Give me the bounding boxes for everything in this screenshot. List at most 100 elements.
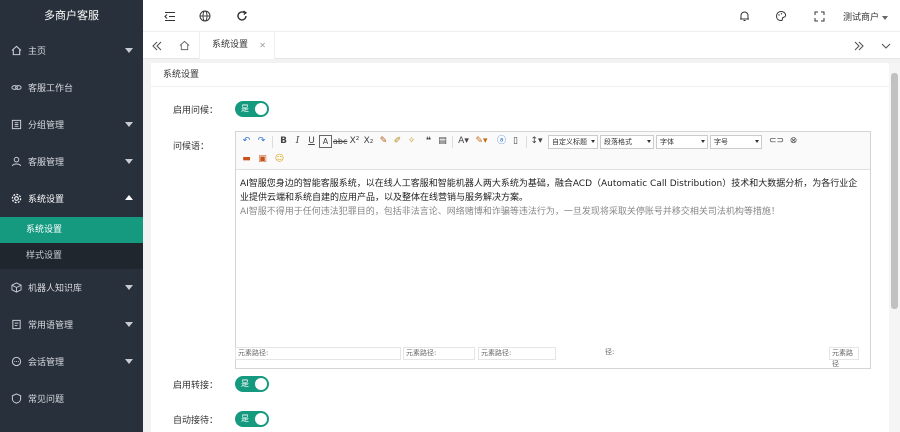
line-height-icon[interactable]: ↕▾ xyxy=(530,135,543,148)
link-insert-icon[interactable]: ⊂⊃ xyxy=(769,135,784,148)
fullscreen-icon[interactable] xyxy=(813,10,825,22)
clear-format-icon[interactable]: ✐ xyxy=(391,135,404,148)
sidebar-item-settings[interactable]: 系统设置 xyxy=(0,180,143,217)
bold-icon[interactable]: B xyxy=(277,135,290,148)
sidebar-subitem-style-settings[interactable]: 样式设置 xyxy=(0,243,143,269)
font-size-select[interactable]: 字号 xyxy=(710,135,762,149)
editor-content[interactable]: AI智服您身边的智能客服系统，以在线人工客服和智能机器人两大系统为基础，融合AC… xyxy=(236,170,870,226)
media-insert-icon[interactable]: ▣ xyxy=(256,153,269,166)
tabs-scroll-left-icon[interactable] xyxy=(145,32,169,59)
editor-paragraph: AI智服您身边的智能客服系统，以在线人工客服和智能机器人两大系统为基础，融合AC… xyxy=(240,179,858,203)
element-path-field: 元素路径: xyxy=(478,347,556,360)
home-tab-icon[interactable] xyxy=(172,32,196,59)
tab-system-settings[interactable]: 系统设置 ✕ xyxy=(199,32,275,59)
image-insert-icon[interactable]: ▬ xyxy=(240,153,253,166)
sidebar: 多商户客服 主页 客服工作台 分组管理 客服管理 系统设置 系统设置 样式设置 … xyxy=(0,0,143,432)
scrollbar[interactable] xyxy=(889,63,900,432)
chevron-down-icon xyxy=(755,140,759,143)
sidebar-item-label: 常见问题 xyxy=(28,395,65,405)
unlink-icon[interactable]: ⊗ xyxy=(787,135,800,148)
strikethrough-icon[interactable]: abc xyxy=(333,135,347,148)
chevron-down-icon xyxy=(647,140,651,143)
select-all-icon[interactable]: ⓐ xyxy=(495,135,508,148)
enable-transfer-switch[interactable]: 是 xyxy=(235,376,269,392)
sidebar-item-faq[interactable]: 常见问题 xyxy=(0,380,143,417)
bell-icon[interactable] xyxy=(738,10,750,22)
switch-knob xyxy=(255,103,267,115)
sidebar-item-robot-kb[interactable]: 机器人知识库 xyxy=(0,269,143,306)
toolbar-separator xyxy=(272,136,273,148)
auto-format-icon[interactable]: ✧ xyxy=(405,135,418,148)
font-color-icon[interactable]: A▾ xyxy=(457,135,470,148)
format-match-icon[interactable]: ✎ xyxy=(377,135,390,148)
enable-greeting-switch[interactable]: 是 xyxy=(235,101,269,117)
element-path-field: 元素路径: xyxy=(235,347,401,360)
element-path-field: 元素路径 xyxy=(829,347,859,368)
editor-status-bar: 元素路径: 元素路径: 元素路径: 径: 元素路径 xyxy=(235,347,871,368)
chevron-down-icon xyxy=(125,122,133,127)
switch-label: 是 xyxy=(241,379,249,388)
sidebar-item-label: 主页 xyxy=(28,47,47,57)
auto-reply-label: 自动接待： xyxy=(173,416,219,426)
sidebar-subitem-system-settings[interactable]: 系统设置 xyxy=(0,217,143,243)
enable-transfer-label: 启用转接： xyxy=(173,381,219,391)
font-family-select[interactable]: 字体 xyxy=(656,135,708,149)
user-menu[interactable]: 测试商户 xyxy=(843,10,888,23)
blockquote-icon[interactable]: ❝ xyxy=(422,135,435,148)
sidebar-item-sessions[interactable]: 会话管理 xyxy=(0,343,143,380)
chevron-down-icon xyxy=(125,322,133,327)
chevron-down-icon xyxy=(125,359,133,364)
chevron-down-icon xyxy=(125,48,133,53)
subscript-icon[interactable]: X₂ xyxy=(362,135,375,148)
tabs-scroll-right-icon[interactable] xyxy=(847,32,871,59)
chat-icon xyxy=(10,356,22,368)
sidebar-item-label: 客服管理 xyxy=(28,158,65,168)
chevron-up-icon xyxy=(125,195,133,200)
auto-reply-switch[interactable]: 是 xyxy=(235,411,269,427)
theme-icon[interactable] xyxy=(775,10,787,22)
sidebar-item-label: 系统设置 xyxy=(28,195,65,205)
scrollbar-thumb[interactable] xyxy=(891,73,898,309)
sidebar-item-workbench[interactable]: 客服工作台 xyxy=(0,69,143,106)
group-icon xyxy=(10,119,22,131)
close-icon[interactable]: ✕ xyxy=(259,32,266,59)
switch-label: 是 xyxy=(241,104,249,113)
chevron-down-icon xyxy=(125,159,133,164)
paragraph-format-select[interactable]: 段落格式 xyxy=(600,135,654,149)
home-icon xyxy=(10,45,22,57)
gear-icon xyxy=(10,193,22,205)
switch-knob xyxy=(255,378,267,390)
italic-icon[interactable]: I xyxy=(291,135,304,148)
greeting-label: 问候语： xyxy=(173,142,210,152)
app-logo: 多商户客服 xyxy=(0,0,143,32)
underline-icon[interactable]: U xyxy=(305,135,318,148)
toolbar-separator xyxy=(452,136,453,148)
user-name: 测试商户 xyxy=(842,13,879,23)
sidebar-item-groups[interactable]: 分组管理 xyxy=(0,106,143,143)
custom-title-select[interactable]: 自定义标题 xyxy=(548,135,598,149)
sidebar-item-label: 机器人知识库 xyxy=(28,284,83,294)
tab-bar: 系统设置 ✕ xyxy=(143,32,900,59)
font-border-icon[interactable]: A xyxy=(319,135,332,148)
sidebar-item-agents[interactable]: 客服管理 xyxy=(0,143,143,180)
undo-icon[interactable]: ↶ xyxy=(240,135,253,148)
sidebar-item-phrases[interactable]: 常用语管理 xyxy=(0,306,143,343)
tabs-dropdown-icon[interactable] xyxy=(874,32,898,59)
rich-text-editor[interactable]: ↶ ↷ B I U A abc X² X₂ ✎ ✐ ✧ ❝ ▤ A▾ ✎▾ ⓐ … xyxy=(235,131,871,369)
switch-knob xyxy=(255,413,267,425)
enable-greeting-label: 启用问候： xyxy=(173,106,219,116)
toolbar-separator xyxy=(526,136,527,148)
clear-doc-icon[interactable]: ▯ xyxy=(509,135,522,148)
switch-label: 是 xyxy=(241,414,249,423)
plain-text-icon[interactable]: ▤ xyxy=(436,135,449,148)
redo-icon[interactable]: ↷ xyxy=(255,135,268,148)
menu-toggle-icon[interactable] xyxy=(164,10,176,22)
background-color-icon[interactable]: ✎▾ xyxy=(475,135,488,148)
sidebar-submenu: 系统设置 样式设置 xyxy=(0,217,143,269)
top-header: 测试商户 xyxy=(143,0,900,32)
refresh-icon[interactable] xyxy=(236,10,248,22)
sidebar-item-home[interactable]: 主页 xyxy=(0,32,143,69)
superscript-icon[interactable]: X² xyxy=(348,135,361,148)
emoji-icon[interactable]: ☺ xyxy=(273,153,286,166)
globe-icon[interactable] xyxy=(199,10,211,22)
